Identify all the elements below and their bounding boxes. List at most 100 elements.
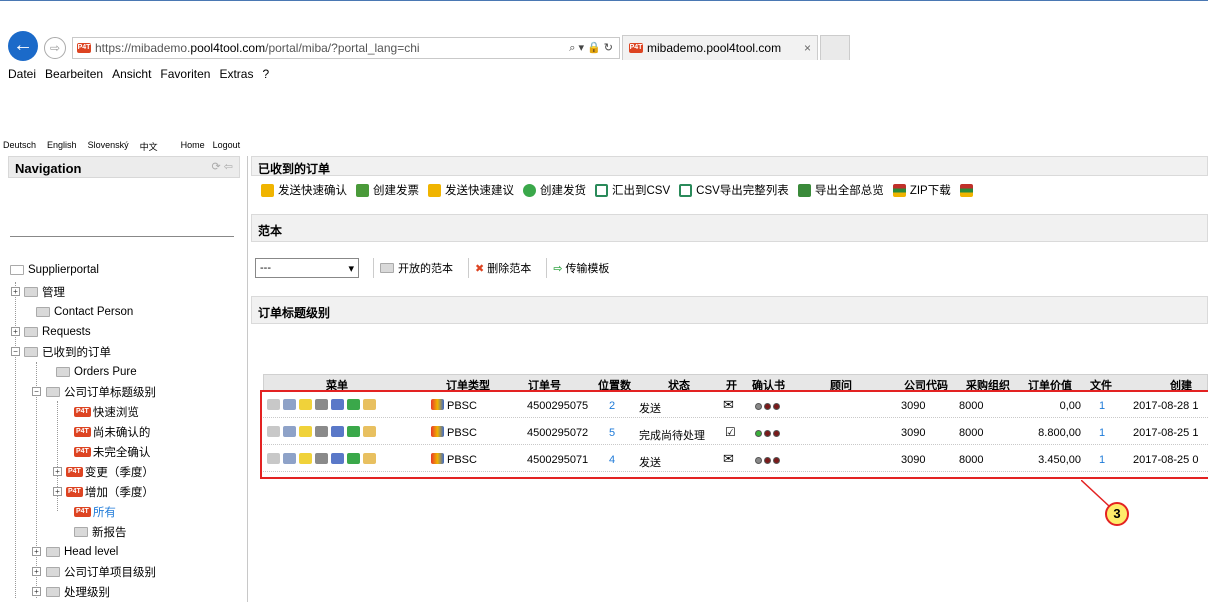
tree-item-label: 已收到的订单 [42,347,111,359]
tree-item-order-header-level[interactable]: 公司订单标题级别 [46,384,156,400]
send-quick-suggest-button[interactable]: 发送快速建议 [428,182,514,198]
folder-icon [74,527,88,537]
tree-item-admin[interactable]: 管理 [24,284,65,300]
export-csv-full-button[interactable]: CSV导出完整列表 [679,182,789,198]
tree-item-label: 变更（季度） [84,467,154,479]
tree-item-label: 处理级别 [64,587,110,599]
toolbar-separator [468,258,469,278]
template-select-value: --- [260,262,271,274]
url-prefix: https://mibademo. [95,41,191,55]
toolbar-label: 汇出到CSV [612,185,671,197]
menu-favoriten[interactable]: Favoriten [160,67,210,85]
expand-icon[interactable]: + [32,587,41,596]
expand-icon[interactable]: + [53,467,62,476]
tree-item-orders-pure[interactable]: Orders Pure [56,364,137,380]
address-bar[interactable]: P4T https://mibademo.pool4tool.com/porta… [72,37,620,59]
collapse-icon[interactable]: − [11,347,20,356]
tree-item-received-orders[interactable]: 已收到的订单 [24,344,111,360]
menu-ansicht[interactable]: Ansicht [112,67,151,85]
browser-chrome: ← ⇨ P4T https://mibademo.pool4tool.com/p… [0,0,1208,92]
zip-download-button[interactable]: ZIP下载 [892,182,951,198]
forward-arrow-icon[interactable]: ⇨ [44,37,66,59]
invoice-icon [356,183,369,197]
language-bar: Deutsch English Slovenský 中文 Home Logout [0,140,400,154]
callout-badge: 3 [1105,502,1129,526]
close-tab-icon[interactable]: × [804,41,811,55]
tree-item-label: 公司订单项目级别 [64,567,156,579]
expand-icon[interactable]: + [53,487,62,496]
url-text[interactable]: https://mibademo.pool4tool.com/portal/mi… [95,41,420,55]
archive-icon [959,183,973,197]
toolbar-label: 创建发票 [373,185,419,197]
tree-item-label: 未完全确认 [92,447,151,459]
drive-icon [10,265,24,275]
tree-item-order-item-level[interactable]: 公司订单项目级别 [46,564,156,580]
tree-item-label: 所有 [92,507,116,519]
folder-icon [46,587,60,597]
new-tab-button[interactable] [820,35,850,60]
lang-slovensky[interactable]: Slovenský [88,140,129,154]
nav-refresh-collapse-icons[interactable]: ⟳ ⇦ [212,160,234,173]
tree-item-quick-view[interactable]: P4T 快速浏览 [74,404,139,420]
p4t-icon: P4T [74,427,91,437]
expand-icon[interactable]: + [32,567,41,576]
navigation-header: Navigation ⟳ ⇦ [8,156,240,178]
export-overview-button[interactable]: 导出全部总览 [797,182,884,198]
navigation-title: Navigation [15,161,82,176]
tree-item-processing-level[interactable]: 处理级别 [46,584,110,600]
toolbar-label: 删除范本 [487,263,532,275]
expand-icon[interactable]: + [11,327,20,336]
tree-item-changes-quarter[interactable]: P4T 变更（季度） [66,464,154,480]
tree-item-all[interactable]: P4T 所有 [74,504,116,520]
menu-help[interactable]: ? [262,67,269,85]
url-suffix: /portal/miba/?portal_lang=chi [265,41,420,55]
open-template-button[interactable]: 开放的范本 [380,260,453,276]
export-csv-button[interactable]: 汇出到CSV [595,182,670,198]
template-select[interactable]: --- ▾ [255,258,359,278]
toolbar-label: ZIP下载 [909,185,951,197]
template-toolbar: --- ▾ 开放的范本 ✖ 删除范本 ⇨ 传输模板 [255,258,618,278]
toolbar-label: 创建发货 [540,185,586,197]
tree-root[interactable]: Supplierportal [10,262,99,278]
tree-item-label: Requests [42,326,91,338]
menu-datei[interactable]: Datei [8,67,36,85]
folder-icon [24,327,38,337]
home-link[interactable]: Home [181,140,205,154]
tree-item-new-report[interactable]: 新报告 [74,524,127,540]
tree-item-partially-confirmed[interactable]: P4T 未完全确认 [74,444,150,460]
lang-deutsch[interactable]: Deutsch [3,140,36,154]
lang-chinese[interactable]: 中文 [140,140,158,154]
send-quick-confirm-button[interactable]: 发送快速确认 [261,182,347,198]
expand-icon[interactable]: + [11,287,20,296]
logout-link[interactable]: Logout [213,140,241,154]
main-header: 已收到的订单 [251,156,1208,176]
folder-icon [380,263,394,273]
p4t-icon: P4T [66,487,83,497]
tree-item-head-level[interactable]: Head level [46,544,118,560]
browser-tab[interactable]: P4T mibademo.pool4tool.com × [622,35,818,60]
transfer-template-button[interactable]: ⇨ 传输模板 [553,260,609,276]
folder-icon [46,547,60,557]
p4t-icon: P4T [74,407,91,417]
toolbar-label: 发送快速确认 [278,185,347,197]
address-bar-icons[interactable]: ⌕ ▾ 🔒 ↻ [569,41,613,55]
collapse-icon[interactable]: − [32,387,41,396]
tree-item-contact-person[interactable]: Contact Person [36,304,133,320]
archive-button[interactable] [959,183,977,197]
toolbar-label: 发送快速建议 [445,185,514,197]
menu-bearbeiten[interactable]: Bearbeiten [45,67,103,85]
menu-extras[interactable]: Extras [219,67,253,85]
create-invoice-button[interactable]: 创建发票 [356,182,419,198]
shipment-icon [523,183,536,197]
tree-item-increase-quarter[interactable]: P4T 增加（季度） [66,484,154,500]
delete-template-button[interactable]: ✖ 删除范本 [475,260,531,276]
expand-icon[interactable]: + [32,547,41,556]
tree-item-requests[interactable]: Requests [24,324,91,340]
lang-english[interactable]: English [47,140,77,154]
tree-item-unconfirmed[interactable]: P4T 尚未确认的 [74,424,150,440]
back-arrow-icon[interactable]: ← [8,31,38,61]
sidebar: Navigation ⟳ ⇦ Supplierportal + 管理 Conta… [0,156,248,602]
template-section-title: 范本 [258,224,283,238]
toolbar-label: 导出全部总览 [814,185,884,197]
create-shipment-button[interactable]: 创建发货 [523,182,586,198]
